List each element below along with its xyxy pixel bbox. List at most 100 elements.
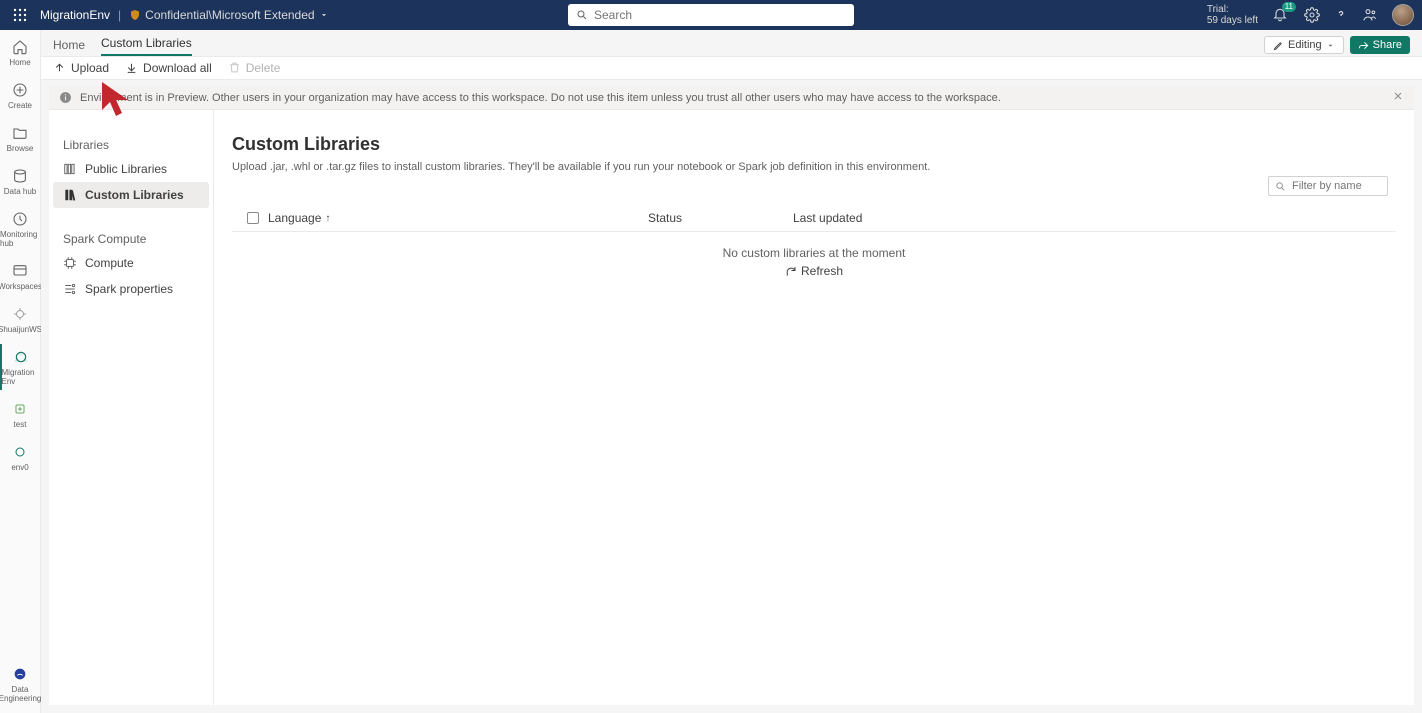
section-libraries: Libraries xyxy=(53,134,209,156)
rail-monitoring-hub[interactable]: Monitoring hub xyxy=(0,206,40,252)
global-search[interactable] xyxy=(568,4,854,26)
left-rail: Home Create Browse Data hub Monitoring h… xyxy=(0,30,41,713)
refresh-button[interactable]: Refresh xyxy=(785,264,843,278)
item-icon xyxy=(11,400,29,418)
top-bar: MigrationEnv | Confidential\Microsoft Ex… xyxy=(0,0,1422,30)
banner-close-button[interactable] xyxy=(1392,90,1404,105)
shield-icon xyxy=(129,9,141,21)
persona-icon xyxy=(11,665,29,683)
divider: | xyxy=(118,8,121,22)
upload-icon xyxy=(53,61,67,75)
plus-circle-icon xyxy=(11,81,29,99)
rail-browse[interactable]: Browse xyxy=(0,120,40,157)
workspace-item-icon xyxy=(11,305,29,323)
monitor-icon xyxy=(11,210,29,228)
page-title: Custom Libraries xyxy=(232,134,1396,155)
rail-label: Home xyxy=(9,58,30,67)
folder-icon xyxy=(11,124,29,142)
editing-mode-button[interactable]: Editing xyxy=(1264,36,1344,54)
notifications-button[interactable]: 11 xyxy=(1272,6,1290,24)
nav-compute[interactable]: Compute xyxy=(53,250,209,276)
rail-label: Create xyxy=(8,101,32,110)
info-icon xyxy=(59,91,72,104)
rail-label: Monitoring hub xyxy=(0,230,40,248)
table-header: Language ↑ Status Last updated xyxy=(232,205,1396,232)
rail-workspaces[interactable]: Workspaces xyxy=(0,258,40,295)
notification-count: 11 xyxy=(1282,2,1296,12)
global-search-input[interactable] xyxy=(594,8,846,22)
trial-label: Trial: xyxy=(1207,4,1258,15)
rail-create[interactable]: Create xyxy=(0,77,40,114)
feedback-icon[interactable] xyxy=(1362,7,1378,23)
delete-icon xyxy=(228,61,242,75)
rail-label: MigrationEnv xyxy=(2,368,40,386)
rail-shuaijunws[interactable]: ShuaijunWS xyxy=(0,301,40,338)
nav-label: Public Libraries xyxy=(85,162,167,176)
trial-remaining: 59 days left xyxy=(1207,15,1258,26)
search-icon xyxy=(1275,181,1286,192)
waffle-icon[interactable] xyxy=(8,3,32,27)
upload-label: Upload xyxy=(71,61,109,75)
env-icon xyxy=(12,348,30,366)
settings-side-nav: Libraries Public Libraries Custom Librar… xyxy=(49,110,214,705)
rail-label: env0 xyxy=(11,463,28,472)
main-region: Home Custom Libraries Editing Share Uplo… xyxy=(41,30,1422,713)
share-icon xyxy=(1358,40,1369,51)
rail-data-engineering[interactable]: Data Engineering xyxy=(0,661,40,707)
rail-migrationenv[interactable]: MigrationEnv xyxy=(0,344,40,390)
column-last-updated[interactable]: Last updated xyxy=(793,211,1390,225)
tab-row: Home Custom Libraries Editing Share xyxy=(41,30,1422,56)
nav-spark-properties[interactable]: Spark properties xyxy=(53,276,209,302)
page-description: Upload .jar, .whl or .tar.gz files to in… xyxy=(232,161,1396,173)
user-avatar[interactable] xyxy=(1392,4,1414,26)
download-icon xyxy=(125,61,139,75)
share-label: Share xyxy=(1373,39,1402,51)
workspace-name[interactable]: MigrationEnv xyxy=(40,8,110,22)
refresh-label: Refresh xyxy=(801,264,843,278)
editing-label: Editing xyxy=(1288,39,1322,51)
rail-test[interactable]: test xyxy=(0,396,40,433)
empty-message: No custom libraries at the moment xyxy=(723,246,906,260)
help-icon[interactable] xyxy=(1334,8,1348,22)
filter-input[interactable] xyxy=(1292,180,1381,192)
rail-label: ShuaijunWS xyxy=(0,325,42,334)
top-right-controls: Trial: 59 days left 11 xyxy=(1207,4,1414,26)
rail-home[interactable]: Home xyxy=(0,34,40,71)
column-status[interactable]: Status xyxy=(648,211,793,225)
rail-label: Data hub xyxy=(4,187,36,196)
settings-icon[interactable] xyxy=(1304,7,1320,23)
sensitivity-label[interactable]: Confidential\Microsoft Extended xyxy=(129,8,328,22)
chevron-down-icon xyxy=(319,10,329,20)
custom-libraries-icon xyxy=(63,188,77,202)
content-wrap: Libraries Public Libraries Custom Librar… xyxy=(49,110,1414,705)
nav-label: Custom Libraries xyxy=(85,188,184,202)
tab-custom-libraries[interactable]: Custom Libraries xyxy=(101,36,192,56)
public-libraries-icon xyxy=(63,162,77,176)
sort-ascending-icon: ↑ xyxy=(325,213,330,224)
trial-status: Trial: 59 days left xyxy=(1207,4,1258,26)
banner-text: Environment is in Preview. Other users i… xyxy=(80,92,1001,104)
column-language[interactable]: Language ↑ xyxy=(268,211,648,225)
rail-label: Workspaces xyxy=(0,282,42,291)
rail-env0[interactable]: env0 xyxy=(0,439,40,476)
delete-label: Delete xyxy=(246,61,281,75)
filter-by-name[interactable] xyxy=(1268,176,1388,196)
rail-data-hub[interactable]: Data hub xyxy=(0,163,40,200)
nav-custom-libraries[interactable]: Custom Libraries xyxy=(53,182,209,208)
header-actions: Editing Share xyxy=(1264,36,1410,56)
select-all-checkbox[interactable] xyxy=(238,212,268,224)
share-button[interactable]: Share xyxy=(1350,36,1410,54)
download-all-label: Download all xyxy=(143,61,212,75)
rail-label: Browse xyxy=(7,144,34,153)
tab-home[interactable]: Home xyxy=(53,38,85,56)
chevron-down-icon xyxy=(1326,41,1335,50)
section-spark-compute: Spark Compute xyxy=(53,228,209,250)
breadcrumb-workspace: MigrationEnv | Confidential\Microsoft Ex… xyxy=(40,8,329,22)
compute-icon xyxy=(63,256,77,270)
download-all-button[interactable]: Download all xyxy=(125,61,212,75)
upload-button[interactable]: Upload xyxy=(53,61,109,75)
workspaces-icon xyxy=(11,262,29,280)
toolbar: Upload Download all Delete xyxy=(41,56,1422,80)
spark-props-icon xyxy=(63,282,77,296)
nav-public-libraries[interactable]: Public Libraries xyxy=(53,156,209,182)
